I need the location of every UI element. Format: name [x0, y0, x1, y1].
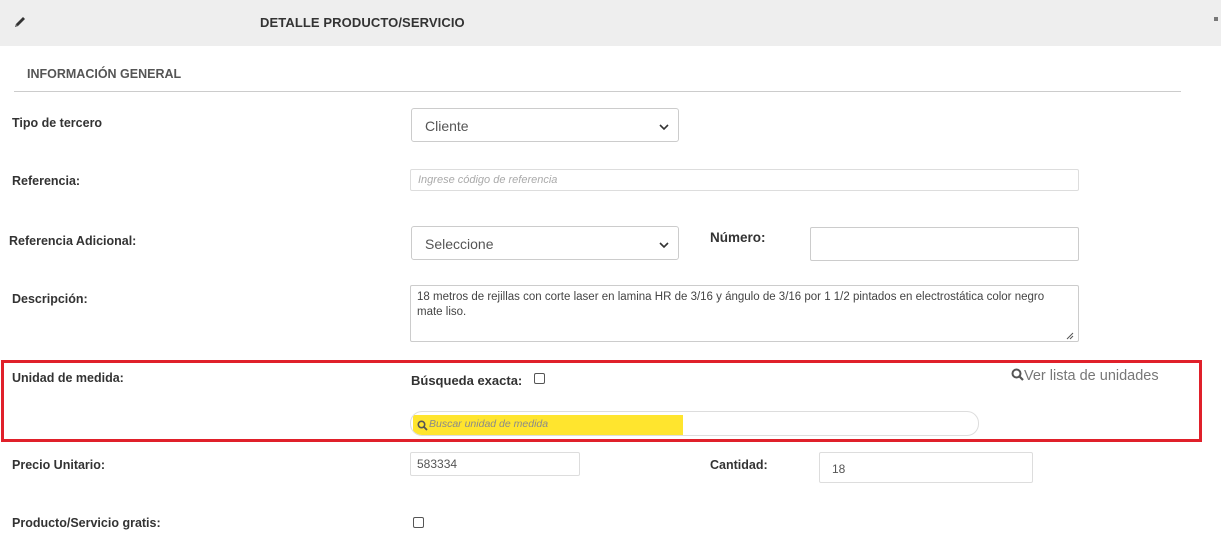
- cantidad-input[interactable]: 18: [819, 452, 1033, 483]
- busqueda-exacta-label: Búsqueda exacta:: [411, 373, 523, 388]
- precio-unitario-label: Precio Unitario:: [12, 458, 106, 472]
- pencil-icon[interactable]: [12, 14, 28, 30]
- resize-grip-icon[interactable]: [1066, 330, 1074, 340]
- chevron-down-icon: [658, 120, 670, 132]
- producto-gratis-label: Producto/Servicio gratis:: [12, 516, 161, 530]
- search-icon: [417, 418, 428, 431]
- panel-title: DETALLE PRODUCTO/SERVICIO: [260, 15, 465, 30]
- descripcion-text: 18 metros de rejillas con corte laser en…: [417, 291, 1045, 318]
- precio-unitario-value: 583334: [417, 457, 458, 471]
- precio-unitario-input[interactable]: 583334: [410, 452, 580, 476]
- unidad-medida-search-placeholder: Buscar unidad de medida: [429, 418, 549, 430]
- busqueda-exacta-checkbox[interactable]: [534, 373, 545, 384]
- panel-header: DETALLE PRODUCTO/SERVICIO: [0, 0, 1221, 46]
- product-detail-form: DETALLE PRODUCTO/SERVICIO INFORMACIÓN GE…: [0, 0, 1221, 541]
- referencia-adicional-select[interactable]: Seleccione: [411, 226, 679, 260]
- section-title: INFORMACIÓN GENERAL: [27, 67, 182, 81]
- unidad-medida-label: Unidad de medida:: [12, 371, 124, 385]
- ver-lista-unidades-text: Ver lista de unidades: [1024, 368, 1159, 384]
- referencia-adicional-label: Referencia Adicional:: [9, 234, 137, 248]
- tipo-tercero-value: Cliente: [425, 118, 469, 134]
- descripcion-label: Descripción:: [12, 292, 88, 306]
- tipo-tercero-label: Tipo de tercero: [12, 116, 103, 130]
- descripcion-textarea[interactable]: 18 metros de rejillas con corte laser en…: [410, 285, 1079, 342]
- unidad-medida-search-input[interactable]: Buscar unidad de medida: [410, 411, 979, 436]
- producto-gratis-checkbox[interactable]: [413, 517, 424, 528]
- search-icon: [1011, 368, 1024, 381]
- section-divider: [14, 91, 1181, 92]
- cantidad-label: Cantidad:: [710, 458, 768, 472]
- numero-input[interactable]: [810, 227, 1079, 261]
- referencia-adicional-value: Seleccione: [425, 236, 494, 252]
- ver-lista-unidades-link[interactable]: Ver lista de unidades: [1011, 368, 1159, 384]
- chevron-down-icon: [658, 238, 670, 250]
- tipo-tercero-select[interactable]: Cliente: [411, 108, 679, 142]
- scroll-marker-icon: [1214, 17, 1218, 21]
- numero-label: Número:: [710, 230, 766, 245]
- referencia-input[interactable]: Ingrese código de referencia: [410, 169, 1079, 191]
- referencia-label: Referencia:: [12, 174, 81, 188]
- referencia-placeholder: Ingrese código de referencia: [418, 174, 558, 186]
- cantidad-value: 18: [832, 462, 846, 476]
